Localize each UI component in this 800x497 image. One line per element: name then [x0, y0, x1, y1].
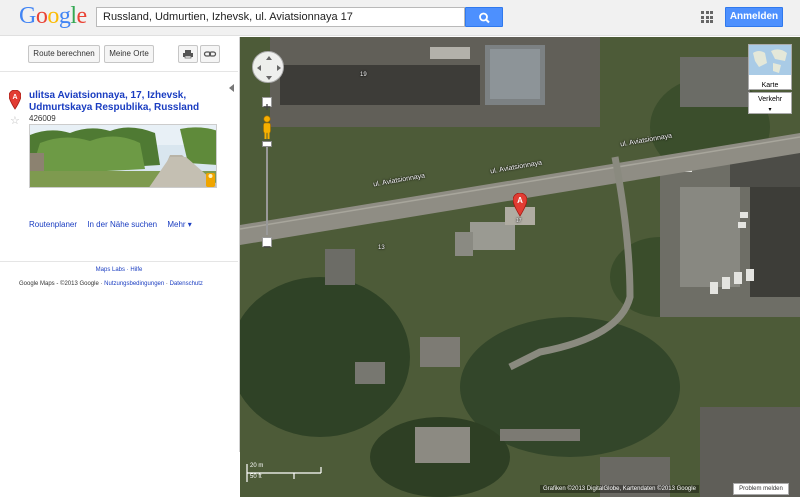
divider — [0, 261, 238, 262]
traffic-label: Verkehr — [757, 96, 783, 103]
pegman-icon[interactable] — [261, 115, 273, 141]
search-button[interactable] — [465, 7, 503, 27]
maps-labs-link[interactable]: Maps Labs — [96, 267, 125, 273]
marker-a-icon: A — [9, 90, 21, 110]
copyright-text: Google Maps - ©2013 Google — [19, 281, 99, 287]
nearby-search-link[interactable]: In der Nähe suchen — [87, 220, 157, 229]
map-type-label: Karte — [761, 82, 779, 89]
pan-arrows-icon — [257, 56, 281, 80]
divider — [0, 71, 238, 72]
print-icon — [183, 50, 193, 59]
place-actions: Routenplaner In der Nähe suchen Mehr ▾ — [29, 220, 200, 229]
route-planner-link[interactable]: Routenplaner — [29, 220, 77, 229]
map-marker-letter: A — [517, 196, 523, 205]
satellite-map[interactable]: ul. Aviatsionnaya ul. Aviatsionnaya ul. … — [240, 37, 800, 497]
plus-icon — [264, 104, 270, 110]
map-thumbnail-icon — [749, 45, 791, 75]
link-icon — [203, 51, 217, 57]
save-star-icon[interactable]: ☆ — [10, 114, 20, 127]
side-panel: Route berechnen Meine Orte A ☆ ulitsa Av… — [0, 37, 240, 452]
chevron-down-icon: ▾ — [768, 107, 772, 113]
zoom-in-button[interactable] — [262, 97, 272, 110]
house-number-label: 13 — [378, 245, 385, 251]
scale-feet: 50 ft — [250, 474, 262, 480]
more-link[interactable]: Mehr ▾ — [167, 220, 191, 229]
help-link[interactable]: Hilfe — [130, 267, 142, 273]
report-problem-button[interactable]: Problem melden — [733, 483, 789, 495]
zoom-slider-track[interactable] — [266, 145, 268, 235]
map-type-karte-button[interactable]: Karte — [748, 44, 792, 90]
map-attribution: Grafiken ©2013 DigitalGlobe, Kartendaten… — [540, 485, 699, 493]
street-view-thumbnail[interactable] — [29, 124, 217, 188]
google-logo[interactable]: Google — [19, 3, 87, 30]
zoom-out-button[interactable] — [262, 237, 272, 248]
signin-button[interactable]: Anmelden — [725, 7, 783, 27]
house-number-label: 19 — [360, 72, 367, 78]
top-bar: Google Russland, Udmurtien, Izhevsk, ul.… — [0, 0, 800, 36]
print-button[interactable] — [178, 45, 198, 63]
link-button[interactable] — [200, 45, 220, 63]
pan-control[interactable] — [252, 51, 284, 83]
street-photo — [30, 125, 216, 187]
place-zip: 426009 — [29, 114, 56, 123]
marker-a-letter: A — [12, 94, 17, 101]
my-places-button[interactable]: Meine Orte — [104, 45, 154, 63]
scale-meters: 20 m — [250, 463, 264, 469]
zoom-slider-thumb[interactable] — [262, 141, 272, 147]
place-address[interactable]: ulitsa Aviatsionnaya, 17, Izhevsk, Udmur… — [29, 90, 234, 114]
scale-bar: 20 m 50 ft — [246, 463, 326, 483]
marker-house-label: 17 — [516, 218, 522, 224]
map-marker-a-icon[interactable]: A — [513, 193, 527, 217]
apps-grid-icon[interactable] — [701, 11, 713, 23]
more-label: Mehr — [167, 220, 186, 229]
search-icon — [479, 12, 490, 24]
traffic-layer-button[interactable]: Verkehr ▾ — [748, 92, 792, 114]
privacy-link[interactable]: Datenschutz — [170, 281, 203, 287]
terms-link[interactable]: Nutzungsbedingungen — [104, 281, 164, 287]
copyright-line: Google Maps - ©2013 Google · Nutzungsbed… — [19, 281, 203, 287]
minus-icon — [264, 246, 270, 248]
labs-help-links: Maps Labs · Hilfe — [95, 267, 143, 273]
search-input[interactable]: Russland, Udmurtien, Izhevsk, ul. Aviats… — [96, 7, 465, 27]
satellite-imagery — [240, 37, 800, 497]
route-button[interactable]: Route berechnen — [28, 45, 100, 63]
